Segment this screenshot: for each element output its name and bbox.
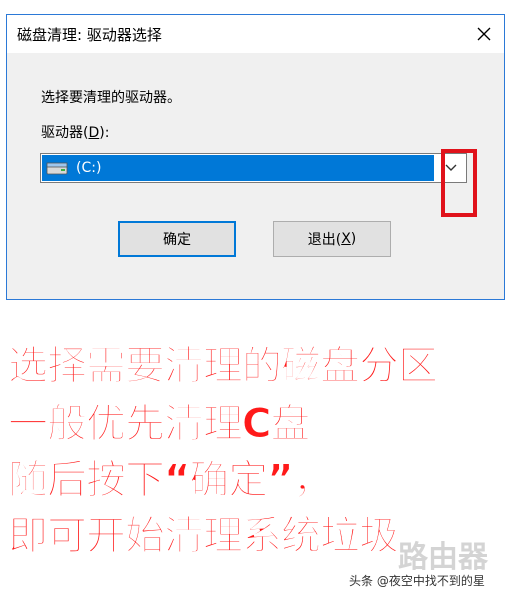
exit-label-accesskey: X xyxy=(341,231,351,247)
caption-line-2: 一般优先清理C盘 xyxy=(7,401,310,448)
ok-button[interactable]: 确定 xyxy=(118,221,236,257)
title-bar: 磁盘清理: 驱动器选择 xyxy=(7,15,504,53)
close-icon xyxy=(477,27,491,41)
chevron-down-icon xyxy=(445,164,457,171)
close-button[interactable] xyxy=(464,15,504,53)
instruction-text: 选择要清理的驱动器。 xyxy=(41,90,181,106)
hard-drive-icon xyxy=(46,162,68,175)
dialog-title: 磁盘清理: 驱动器选择 xyxy=(17,26,162,44)
watermark-logo: 路由器 xyxy=(398,540,488,575)
drive-select[interactable]: (C:) xyxy=(40,153,467,183)
caption-line-1: 选择需要清理的磁盘分区 xyxy=(8,343,439,390)
dropdown-toggle[interactable] xyxy=(436,154,466,182)
screenshot-frame: 磁盘清理: 驱动器选择 选择要清理的驱动器。 驱动器(D): (C:) 确定 退… xyxy=(0,0,517,600)
disk-cleanup-dialog: 磁盘清理: 驱动器选择 选择要清理的驱动器。 驱动器(D): (C:) 确定 退… xyxy=(6,14,505,300)
drive-label: 驱动器(D): xyxy=(41,122,109,142)
exit-label-suffix: ) xyxy=(350,231,357,247)
drive-label-suffix: ): xyxy=(99,125,110,141)
selected-drive-text: (C:) xyxy=(76,160,102,176)
exit-button[interactable]: 退出(X) xyxy=(273,221,391,257)
exit-label-prefix: 退出( xyxy=(307,232,342,248)
caption-line-4: 即可开始清理系统垃圾。 xyxy=(8,513,439,560)
author-watermark: 头条 @夜空中找不到的星 xyxy=(346,571,488,590)
drive-label-prefix: 驱动器( xyxy=(41,125,89,141)
drive-select-value[interactable]: (C:) xyxy=(42,155,434,181)
drive-label-accesskey: D xyxy=(88,125,100,141)
caption-line-3: 随后按下“确定”， xyxy=(8,457,334,504)
